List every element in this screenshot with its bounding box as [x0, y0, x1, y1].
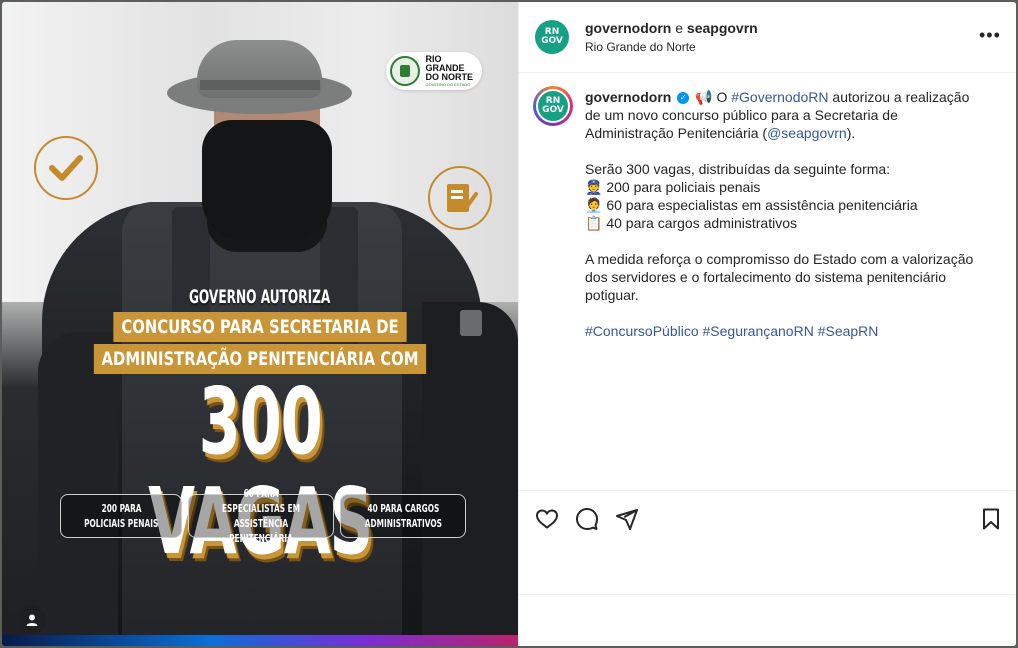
like-heart-icon[interactable]: [535, 507, 559, 531]
share-send-icon[interactable]: [615, 507, 639, 531]
officer-icon: 👮: [585, 179, 603, 195]
list-item: 🧑‍💼 60 para especialistas em assistência…: [585, 197, 918, 213]
verified-badge-icon: ✓: [677, 92, 690, 105]
location-link[interactable]: Rio Grande do Norte: [585, 40, 696, 54]
state-seal-icon: [390, 56, 420, 86]
author1-link[interactable]: governodorn: [585, 20, 671, 36]
more-options-icon[interactable]: •••: [979, 26, 1001, 44]
post-details-panel: RN GOV governodorn e seapgovrn Rio Grand…: [518, 2, 1016, 646]
hashtag-link[interactable]: #GovernodoRN: [731, 89, 828, 105]
action-bar: [519, 490, 1016, 595]
face-mask: [202, 120, 332, 240]
post-modal: RIO GRANDE DO NORTE GOVERNO DO ESTADO GO…: [2, 2, 1016, 646]
pill-especialistas: 60 PARA ESPECIALISTAS EM ASSISTÊNCIA PENI…: [188, 487, 334, 545]
author-avatar[interactable]: RN GOV: [535, 20, 569, 54]
comment-area: [519, 594, 1016, 646]
headline: GOVERNO AUTORIZA CONCURSO PARA SECRETARI…: [2, 286, 518, 374]
list-item: 📋 40 para cargos administrativos: [585, 215, 797, 231]
story-ring[interactable]: RN GOV: [533, 86, 573, 126]
post-image[interactable]: RIO GRANDE DO NORTE GOVERNO DO ESTADO GO…: [2, 2, 518, 646]
document-icon: [428, 166, 492, 230]
save-bookmark-icon[interactable]: [979, 507, 1003, 531]
pill-administrativos: 40 PARA CARGOS ADMINISTRATIVOS: [340, 494, 466, 538]
comment-icon[interactable]: [575, 507, 599, 531]
post-caption: governodorn ✓ 📢 O #GovernodoRN autorizou…: [585, 88, 985, 340]
author2-link[interactable]: seapgovrn: [687, 20, 758, 36]
post-header: RN GOV governodorn e seapgovrn Rio Grand…: [519, 2, 1016, 73]
mention-link[interactable]: @seapgovrn: [767, 125, 847, 141]
pill-policiais: 200 PARA POLICIAIS PENAIS: [60, 494, 182, 538]
list-item: 👮 200 para policiais penais: [585, 179, 761, 195]
rn-government-logo: RIO GRANDE DO NORTE GOVERNO DO ESTADO: [386, 52, 482, 90]
caption-username[interactable]: governodorn: [585, 89, 671, 105]
clipboard-icon: 📋: [585, 215, 603, 231]
hashtags[interactable]: #ConcursoPúblico #SegurançanoRN #SeapRN: [585, 322, 985, 340]
tagged-users-icon[interactable]: [18, 606, 46, 634]
checkmark-icon: [34, 136, 98, 200]
vacancy-pills: 200 PARA POLICIAIS PENAIS 60 PARA ESPECIA…: [60, 487, 470, 545]
caption-avatar[interactable]: RN GOV: [536, 89, 570, 123]
specialist-icon: 🧑‍💼: [585, 197, 603, 213]
